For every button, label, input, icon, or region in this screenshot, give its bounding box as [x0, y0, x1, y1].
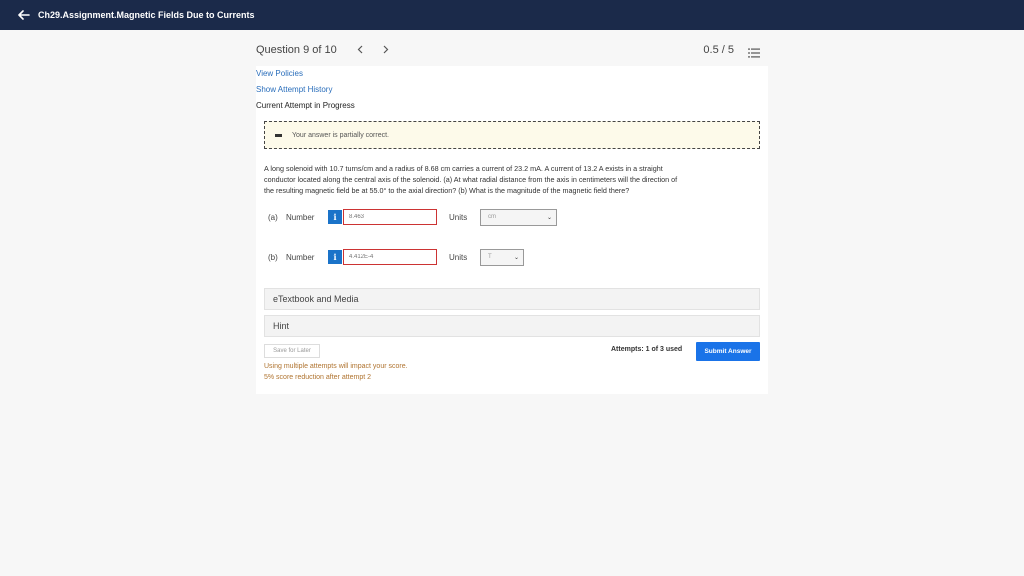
answer-input-b[interactable]: [343, 249, 437, 265]
units-label: Units: [449, 252, 468, 262]
save-for-later-button[interactable]: Save for Later: [264, 344, 320, 358]
etextbook-panel[interactable]: eTextbook and Media: [264, 288, 760, 310]
feedback-text: Your answer is partially correct.: [292, 131, 390, 139]
question-line: the resulting magnetic field be at 55.0°…: [264, 186, 630, 195]
selected-unit: T: [488, 254, 492, 260]
part-label: (b): [268, 252, 278, 262]
attempt-status: Current Attempt in Progress: [256, 101, 355, 110]
answer-input-a[interactable]: [343, 209, 437, 225]
question-card: View Policies Show Attempt History Curre…: [256, 66, 768, 394]
minus-icon: [275, 133, 282, 137]
answer-row-b: (b) Number i Units T ⌄: [268, 247, 524, 267]
part-label: (a): [268, 212, 278, 222]
hint-panel[interactable]: Hint: [264, 315, 760, 337]
question-text: A long solenoid with 10.7 turns/cm and a…: [264, 163, 758, 196]
score-display: 0.5 / 5: [703, 44, 734, 56]
view-policies-link[interactable]: View Policies: [256, 69, 303, 78]
chevron-down-icon: ⌄: [546, 214, 552, 221]
number-label: Number: [286, 212, 315, 222]
number-label: Number: [286, 252, 315, 262]
chevron-left-icon[interactable]: [357, 43, 363, 57]
assignment-title: Ch29.Assignment.Magnetic Fields Due to C…: [38, 10, 255, 20]
info-icon[interactable]: i: [328, 250, 342, 264]
score-reduction-note: 5% score reduction after attempt 2: [264, 374, 371, 381]
question-header: Question 9 of 10 0.5 / 5: [256, 38, 768, 62]
arrow-left-icon[interactable]: [18, 8, 34, 22]
top-bar: Ch29.Assignment.Magnetic Fields Due to C…: [0, 0, 1024, 30]
attempt-history-link[interactable]: Show Attempt History: [256, 85, 332, 94]
units-select-b[interactable]: T ⌄: [480, 248, 524, 266]
attempts-used: Attempts: 1 of 3 used: [611, 346, 683, 353]
question-line: A long solenoid with 10.7 turns/cm and a…: [264, 164, 663, 173]
units-label: Units: [449, 212, 468, 222]
selected-unit: cm: [488, 214, 496, 220]
question-position: Question 9 of 10: [256, 44, 337, 56]
chevron-right-icon[interactable]: [383, 43, 389, 57]
units-select-a[interactable]: cm ⌄: [480, 208, 557, 226]
submit-answer-button[interactable]: Submit Answer: [696, 342, 760, 361]
chevron-down-icon: ⌄: [513, 254, 519, 261]
partial-correct-banner: Your answer is partially correct.: [264, 121, 760, 149]
question-line: conductor located along the central axis…: [264, 175, 678, 184]
attempt-warning: Using multiple attempts will impact your…: [264, 363, 408, 370]
info-icon[interactable]: i: [328, 210, 342, 224]
list-icon[interactable]: [748, 45, 760, 58]
answer-row-a: (a) Number i Units cm ⌄: [268, 207, 557, 227]
